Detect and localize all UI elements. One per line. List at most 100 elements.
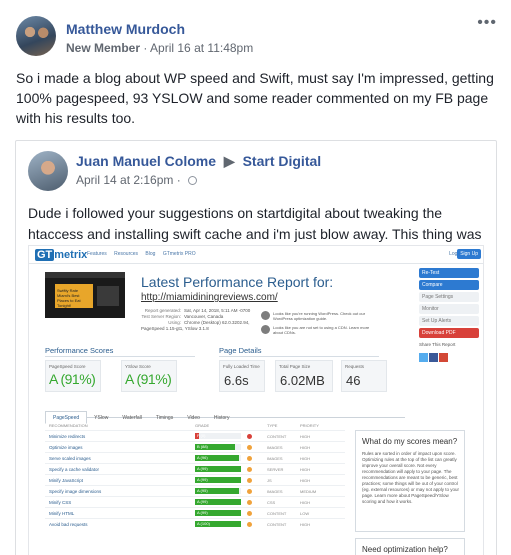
shared-post[interactable]: Juan Manuel Colome ▶ Start Digital April… [15, 140, 497, 555]
recommendation-name: Specify image dimensions [49, 489, 102, 494]
report-title: Latest Performance Report for: [141, 274, 334, 290]
pagespeed-score-card: PageSpeed Score A (91%) [45, 360, 101, 392]
recommendation-type: JS [267, 478, 272, 483]
shared-post-header: Juan Manuel Colome ▶ Start Digital [76, 153, 321, 170]
page-details-heading: Page Details [219, 346, 262, 355]
recommendation-priority: HIGH [300, 445, 310, 450]
grade-bar: A (99) [195, 466, 241, 472]
nav-item: Features [87, 251, 107, 257]
table-row: Minify CSS A (99) CSS HIGH [45, 496, 345, 507]
optimization-help-box: Need optimization help? [355, 538, 465, 555]
table-row: Minimize redirects F (0) CONTENT HIGH [45, 430, 345, 441]
table-row: Minify HTML A (99) CONTENT LOW [45, 507, 345, 518]
recommendation-priority: LOW [300, 511, 310, 516]
grade-bar: A (100) [195, 521, 241, 527]
recommendation-type: IMAGES [267, 445, 283, 450]
page-settings-button: Page Settings [419, 292, 479, 302]
table-header: RECOMMENDATION GRADE TYPE PRIORITY [49, 423, 319, 428]
total-page-size: 6.02MB [280, 373, 325, 388]
share-label: Share This Report [419, 342, 456, 347]
alerts-button: Set Up Alerts [419, 316, 479, 326]
fully-loaded-time: 6.6s [224, 373, 249, 388]
grade-bar: A (99) [195, 510, 241, 516]
table-row: Avoid bad requests A (100) CONTENT HIGH [45, 518, 345, 529]
wordpress-icon [261, 325, 270, 334]
gtmetrix-side-actions: Re-Test Compare Page Settings Monitor Se… [419, 268, 479, 367]
twitter-icon [419, 353, 428, 362]
table-row: Minify JavaScript A (99) JS HIGH [45, 474, 345, 485]
recommendation-name: Minify JavaScript [49, 478, 84, 483]
recommendation-type: CONTENT [267, 522, 287, 527]
recommendation-name: Serve scaled images [49, 456, 91, 461]
divider [45, 356, 195, 357]
recommendation-type: CSS [267, 500, 276, 505]
author-name[interactable]: Matthew Murdoch [66, 21, 185, 37]
recommendation-name: Specify a cache validator [49, 467, 100, 472]
gtmetrix-nav: Features Resources Blog GTmetrix PRO [87, 251, 202, 257]
grade-bar: A (95) [195, 488, 241, 494]
shared-post-timestamp[interactable]: April 14 at 2:16pm [76, 173, 173, 187]
recommendation-name: Minify CSS [49, 500, 72, 505]
recommendation-name: Avoid bad requests [49, 522, 88, 527]
meta-separator: · [176, 173, 185, 187]
facebook-post: Matthew Murdoch New Member · April 16 at… [0, 0, 511, 555]
shared-post-meta: April 14 at 2:16pm · [76, 173, 198, 187]
recommendation-type: CONTENT [267, 434, 287, 439]
facebook-icon [429, 353, 438, 362]
requests-count: 46 [346, 373, 361, 388]
requests-card: Requests 46 [341, 360, 387, 392]
yslow-score-card: YSlow Score A (91%) [121, 360, 177, 392]
report-tabs: PageSpeed YSlow Waterfall Timings Video Histo… [45, 406, 405, 424]
yslow-score: A (91%) [125, 371, 172, 387]
recommendation-name: Minify HTML [49, 511, 75, 516]
recommendation-type: CONTENT [267, 511, 287, 516]
wordpress-icon [261, 311, 270, 320]
status-dot [247, 434, 252, 439]
recommendation-type: IMAGES [267, 489, 283, 494]
table-row: Serve scaled images A (96) IMAGES HIGH [45, 452, 345, 463]
recommendation-priority: HIGH [300, 456, 310, 461]
scores-meaning-box: What do my scores mean? Rules are sorted… [355, 430, 465, 532]
monitor-button: Monitor [419, 304, 479, 314]
compare-button: Compare [419, 280, 479, 290]
fully-loaded-card: Fully Loaded Time 6.6s [219, 360, 265, 392]
gtmetrix-topbar: GT metrix Features Resources Blog GTmetri… [29, 246, 483, 264]
recommendation-name: Minimize redirects [49, 434, 86, 439]
wordpress-notes: Looks like you're running WordPress. Che… [261, 310, 376, 338]
group-name[interactable]: Start Digital [243, 153, 322, 169]
grade-bar: B (88) [195, 444, 241, 450]
member-role: New Member [66, 41, 141, 55]
recommendation-name: Optimize images [49, 445, 83, 450]
grade-bar: F (0) [195, 433, 241, 439]
status-dot [247, 456, 252, 461]
shared-author-name[interactable]: Juan Manuel Colome [76, 153, 216, 169]
table-row: Specify a cache validator A (99) SERVER HIG… [45, 463, 345, 474]
performance-scores-heading: Performance Scores [45, 346, 114, 355]
page-size-card: Total Page Size 6.02MB [275, 360, 333, 392]
recommendation-type: IMAGES [267, 456, 283, 461]
gtmetrix-screenshot[interactable]: GT metrix Features Resources Blog GTmetri… [28, 245, 484, 555]
table-row: Specify image dimensions A (95) IMAGES MEDI… [45, 485, 345, 496]
report-details: Report generated: Sat, Apr 14, 2018, 5:11… [141, 308, 251, 331]
status-dot [247, 478, 252, 483]
recommendation-priority: HIGH [300, 434, 310, 439]
status-dot [247, 489, 252, 494]
table-row: Optimize images B (88) IMAGES HIGH [45, 441, 345, 452]
author-avatar[interactable] [16, 16, 56, 56]
recommendation-type: SERVER [267, 467, 284, 472]
shared-author-avatar[interactable] [28, 151, 68, 191]
recommendation-priority: HIGH [300, 478, 310, 483]
post-text: So i made a blog about WP speed and Swif… [16, 70, 494, 126]
status-dot [247, 500, 252, 505]
recommendation-priority: MEDIUM [300, 489, 317, 494]
nav-item: Blog [145, 251, 156, 257]
post-timestamp[interactable]: April 16 at 11:48pm [150, 41, 253, 55]
more-options-icon[interactable]: ••• [477, 14, 497, 32]
globe-icon [188, 176, 198, 185]
google-plus-icon [439, 353, 448, 362]
download-pdf-button: Download PDF [419, 328, 479, 338]
grade-bar: A (99) [195, 477, 241, 483]
recommendation-priority: HIGH [300, 500, 310, 505]
recommendation-priority: HIGH [300, 467, 310, 472]
gtmetrix-logo: GT metrix [35, 249, 88, 261]
